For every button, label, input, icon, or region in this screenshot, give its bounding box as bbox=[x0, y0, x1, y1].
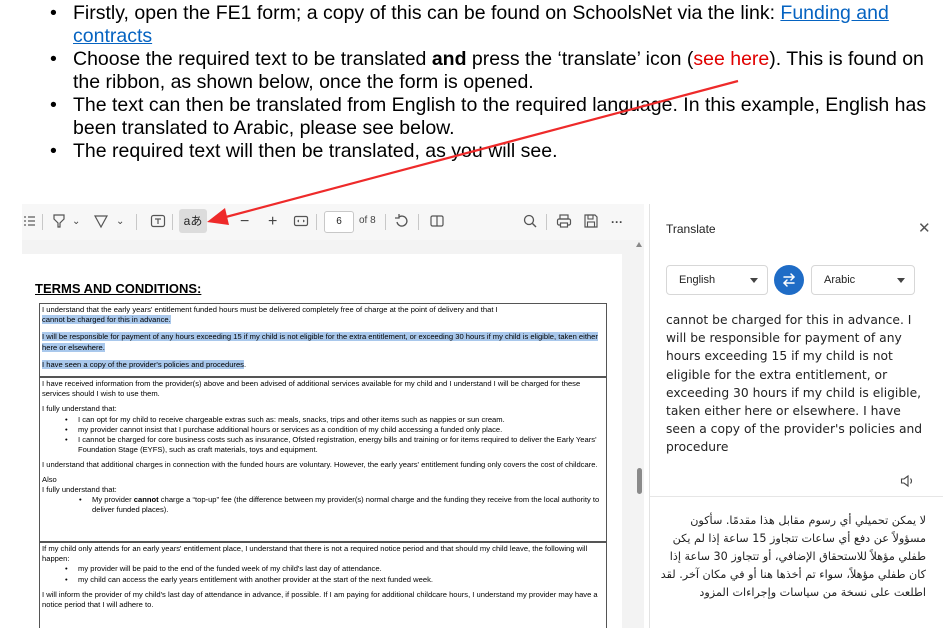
bullet: • bbox=[50, 140, 57, 162]
chevron-down-icon bbox=[897, 278, 905, 283]
terms-bullet-list: My provider cannot charge a “top-up” fee… bbox=[42, 495, 604, 515]
instruction-item: • The text can then be translated from E… bbox=[48, 94, 928, 140]
chevron-down-icon[interactable]: ⌄ bbox=[116, 213, 124, 231]
terms-title: TERMS AND CONDITIONS: bbox=[35, 281, 202, 296]
pdf-toolbar: ⌄ ⌄ aあ − + 6 of 8 ··· bbox=[22, 204, 644, 240]
instruction-text: Choose the required text to be translate… bbox=[73, 48, 432, 70]
draw-icon[interactable] bbox=[94, 213, 108, 231]
pdf-page: TERMS AND CONDITIONS: I understand that … bbox=[22, 254, 622, 628]
toolbar-divider bbox=[546, 214, 547, 230]
chevron-down-icon[interactable]: ⌄ bbox=[72, 213, 80, 231]
pdf-viewer: ⌄ ⌄ aあ − + 6 of 8 ··· TERMS AND CONDITIO… bbox=[22, 204, 644, 628]
more-options-button[interactable]: ··· bbox=[611, 213, 623, 231]
instruction-item: • The required text will then be transla… bbox=[48, 140, 928, 163]
scroll-thumb[interactable] bbox=[637, 468, 642, 494]
instruction-text: Firstly, open the FE1 form; a copy of th… bbox=[73, 2, 781, 24]
list-item: my provider cannot insist that I purchas… bbox=[65, 425, 604, 435]
zoom-out-button[interactable]: − bbox=[240, 213, 249, 231]
search-icon[interactable] bbox=[522, 213, 538, 231]
terms-text: . bbox=[243, 359, 247, 369]
toolbar-divider bbox=[418, 214, 419, 230]
translated-text: لا يمكن تحميلي أي رسوم مقابل هذا مقدمًا.… bbox=[660, 514, 926, 599]
instruction-text: The text can then be translated from Eng… bbox=[73, 94, 927, 139]
instruction-list: • Firstly, open the FE1 form; a copy of … bbox=[48, 2, 928, 163]
list-item: my provider will be paid to the end of t… bbox=[65, 564, 604, 574]
terms-text: I have received information from the pro… bbox=[42, 379, 581, 399]
list-item: I cannot be charged for core business co… bbox=[65, 435, 604, 455]
page-number-input[interactable]: 6 bbox=[324, 211, 354, 233]
swap-icon bbox=[783, 273, 795, 287]
save-icon[interactable] bbox=[583, 213, 599, 231]
bullet: • bbox=[50, 2, 57, 24]
bullet: • bbox=[50, 94, 57, 116]
source-text: cannot be charged for this in advance. I… bbox=[666, 313, 923, 455]
terms-text: I understand that the early years' entit… bbox=[42, 305, 498, 314]
text-box-icon[interactable] bbox=[150, 213, 166, 231]
terms-bullet-list: my provider will be paid to the end of t… bbox=[42, 564, 604, 585]
page-total: of 8 bbox=[359, 215, 376, 226]
toolbar-divider bbox=[136, 214, 137, 230]
pane-title: Translate bbox=[666, 222, 716, 236]
selected-text[interactable]: cannot be charged for this in advance. bbox=[42, 315, 171, 325]
terms-box-1: I understand that the early years' entit… bbox=[39, 303, 607, 377]
translate-button[interactable]: aあ bbox=[179, 209, 207, 233]
list-item: My provider cannot charge a “top-up” fee… bbox=[79, 495, 604, 515]
zoom-in-button[interactable]: + bbox=[268, 213, 277, 231]
speaker-icon[interactable] bbox=[900, 474, 916, 493]
toolbar-divider bbox=[385, 214, 386, 230]
scroll-up-icon[interactable] bbox=[636, 242, 642, 247]
terms-bullet-list: I can opt for my child to receive charge… bbox=[42, 415, 604, 456]
source-language-select[interactable]: English bbox=[666, 265, 768, 295]
toolbar-divider bbox=[42, 214, 43, 230]
target-language-select[interactable]: Arabic bbox=[811, 265, 915, 295]
instruction-bold: and bbox=[431, 48, 467, 70]
scrollbar[interactable] bbox=[634, 240, 644, 628]
close-icon[interactable]: ✕ bbox=[918, 221, 931, 236]
instruction-item: • Firstly, open the FE1 form; a copy of … bbox=[48, 2, 928, 48]
contents-icon[interactable] bbox=[24, 213, 36, 231]
terms-text: I fully understand that: bbox=[42, 404, 117, 414]
list-item: my child can access the early years enti… bbox=[65, 575, 604, 585]
toolbar-divider bbox=[316, 214, 317, 230]
swap-languages-button[interactable] bbox=[774, 265, 804, 295]
terms-text: I understand that additional charges in … bbox=[42, 460, 598, 470]
terms-text: If my child only attends for an early ye… bbox=[42, 544, 588, 564]
fit-page-icon[interactable] bbox=[293, 213, 309, 231]
terms-text: Also bbox=[42, 474, 57, 484]
chevron-down-icon bbox=[750, 278, 758, 283]
instruction-text: press the ‘translate’ icon ( bbox=[466, 48, 694, 70]
list-item: I can opt for my child to receive charge… bbox=[65, 415, 604, 425]
selected-text[interactable]: I will be responsible for payment of any… bbox=[42, 332, 598, 352]
instruction-item: • Choose the required text to be transla… bbox=[48, 48, 928, 94]
rotate-icon[interactable] bbox=[394, 213, 410, 231]
target-language-label: Arabic bbox=[824, 274, 856, 286]
highlight-icon[interactable] bbox=[52, 213, 66, 231]
terms-box-3: If my child only attends for an early ye… bbox=[39, 542, 607, 628]
selected-text[interactable]: I have seen a copy of the provider's pol… bbox=[42, 359, 244, 369]
divider bbox=[650, 496, 943, 497]
toolbar-divider bbox=[172, 214, 173, 230]
terms-text: I fully understand that: bbox=[42, 484, 117, 494]
list-item-text: My provider bbox=[92, 495, 134, 505]
translate-pane: Translate ✕ English Arabic cannot be cha… bbox=[649, 204, 943, 628]
instruction-text: The required text will then be translate… bbox=[73, 140, 558, 162]
terms-box-2: I have received information from the pro… bbox=[39, 377, 607, 542]
page-view-icon[interactable] bbox=[429, 213, 445, 231]
see-here-annotation: see here bbox=[693, 48, 770, 70]
terms-text: I will inform the provider of my child's… bbox=[42, 589, 598, 610]
bullet: • bbox=[50, 48, 57, 70]
print-icon[interactable] bbox=[556, 213, 572, 231]
list-item-text: charge a “top-up” fee (the difference be… bbox=[92, 495, 600, 515]
list-item-bold: cannot bbox=[133, 495, 159, 505]
source-language-label: English bbox=[679, 274, 716, 286]
